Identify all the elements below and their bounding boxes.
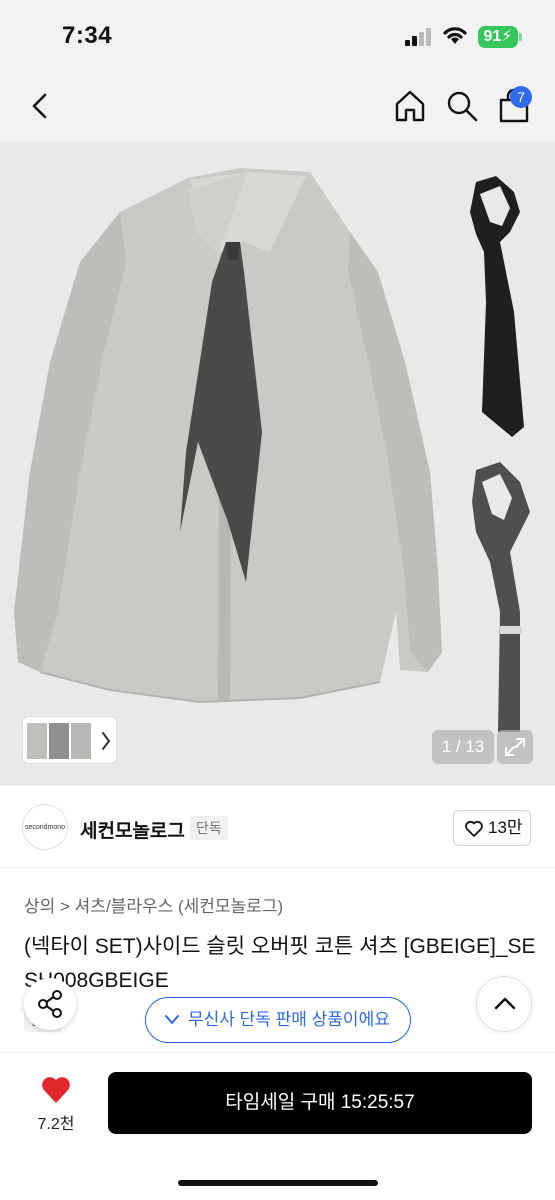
chevron-up-icon xyxy=(494,997,516,1010)
cellular-signal-icon xyxy=(405,28,433,46)
share-button[interactable] xyxy=(24,978,76,1030)
brand-like-button[interactable]: 13만 xyxy=(453,810,531,846)
battery-tip xyxy=(519,33,522,41)
top-navigation xyxy=(0,70,555,142)
breadcrumb-separator-icon: > xyxy=(60,897,75,916)
status-time: 7:34 xyxy=(62,22,113,49)
breadcrumb-item-category[interactable]: 상의 xyxy=(24,897,55,916)
scroll-to-top-button[interactable] xyxy=(476,976,532,1032)
home-icon[interactable] xyxy=(392,88,428,124)
expand-icon xyxy=(505,738,525,756)
brand-like-count: 13만 xyxy=(488,818,523,837)
status-bar: 7:34 91⚡ xyxy=(0,0,555,70)
share-icon xyxy=(38,990,62,1018)
brand-logo[interactable]: secondmono xyxy=(22,804,68,850)
brand-exclusive-tag: 단독 xyxy=(190,816,228,840)
battery-level: 91 xyxy=(483,28,502,45)
heart-filled-icon xyxy=(42,1077,70,1103)
heart-outline-icon xyxy=(465,820,483,837)
back-icon[interactable] xyxy=(26,90,56,122)
wishlist-count: 7.2천 xyxy=(37,1116,75,1133)
exclusive-notice-text: 무신사 단독 판매 상품이에요 xyxy=(188,1010,390,1029)
expand-button[interactable] xyxy=(497,730,533,764)
exclusive-notice-pill[interactable]: 무신사 단독 판매 상품이에요 xyxy=(145,997,411,1043)
brand-name[interactable]: 세컨모놀로그 xyxy=(80,816,185,843)
battery-indicator: 91⚡ xyxy=(478,26,518,48)
breadcrumb-item-subcategory[interactable]: 셔츠/블라우스 (세컨모놀로그) xyxy=(75,897,283,916)
wifi-icon xyxy=(443,27,467,44)
thumbnail-image xyxy=(27,723,111,759)
timesale-buy-button[interactable]: 타임세일 구매 15:25:57 xyxy=(108,1072,532,1134)
image-counter: 1 / 13 xyxy=(432,730,494,764)
home-indicator xyxy=(178,1180,378,1186)
product-image xyxy=(0,142,555,786)
wishlist-button[interactable] xyxy=(40,1075,72,1105)
cart-count-badge: 7 xyxy=(510,86,532,108)
thumbnail-preview[interactable] xyxy=(22,716,117,764)
search-icon[interactable] xyxy=(444,88,480,124)
product-title: (넥타이 SET)사이드 슬릿 오버핏 코튼 셔츠 [GBEIGE]_SESH0… xyxy=(24,935,536,992)
chevron-down-icon xyxy=(165,1015,179,1025)
product-image-gallery[interactable] xyxy=(0,142,555,786)
breadcrumb: 상의 > 셔츠/블라우스 (세컨모놀로그) xyxy=(24,892,283,917)
brand-row: secondmono 세컨모놀로그 단독 13만 xyxy=(0,786,555,868)
